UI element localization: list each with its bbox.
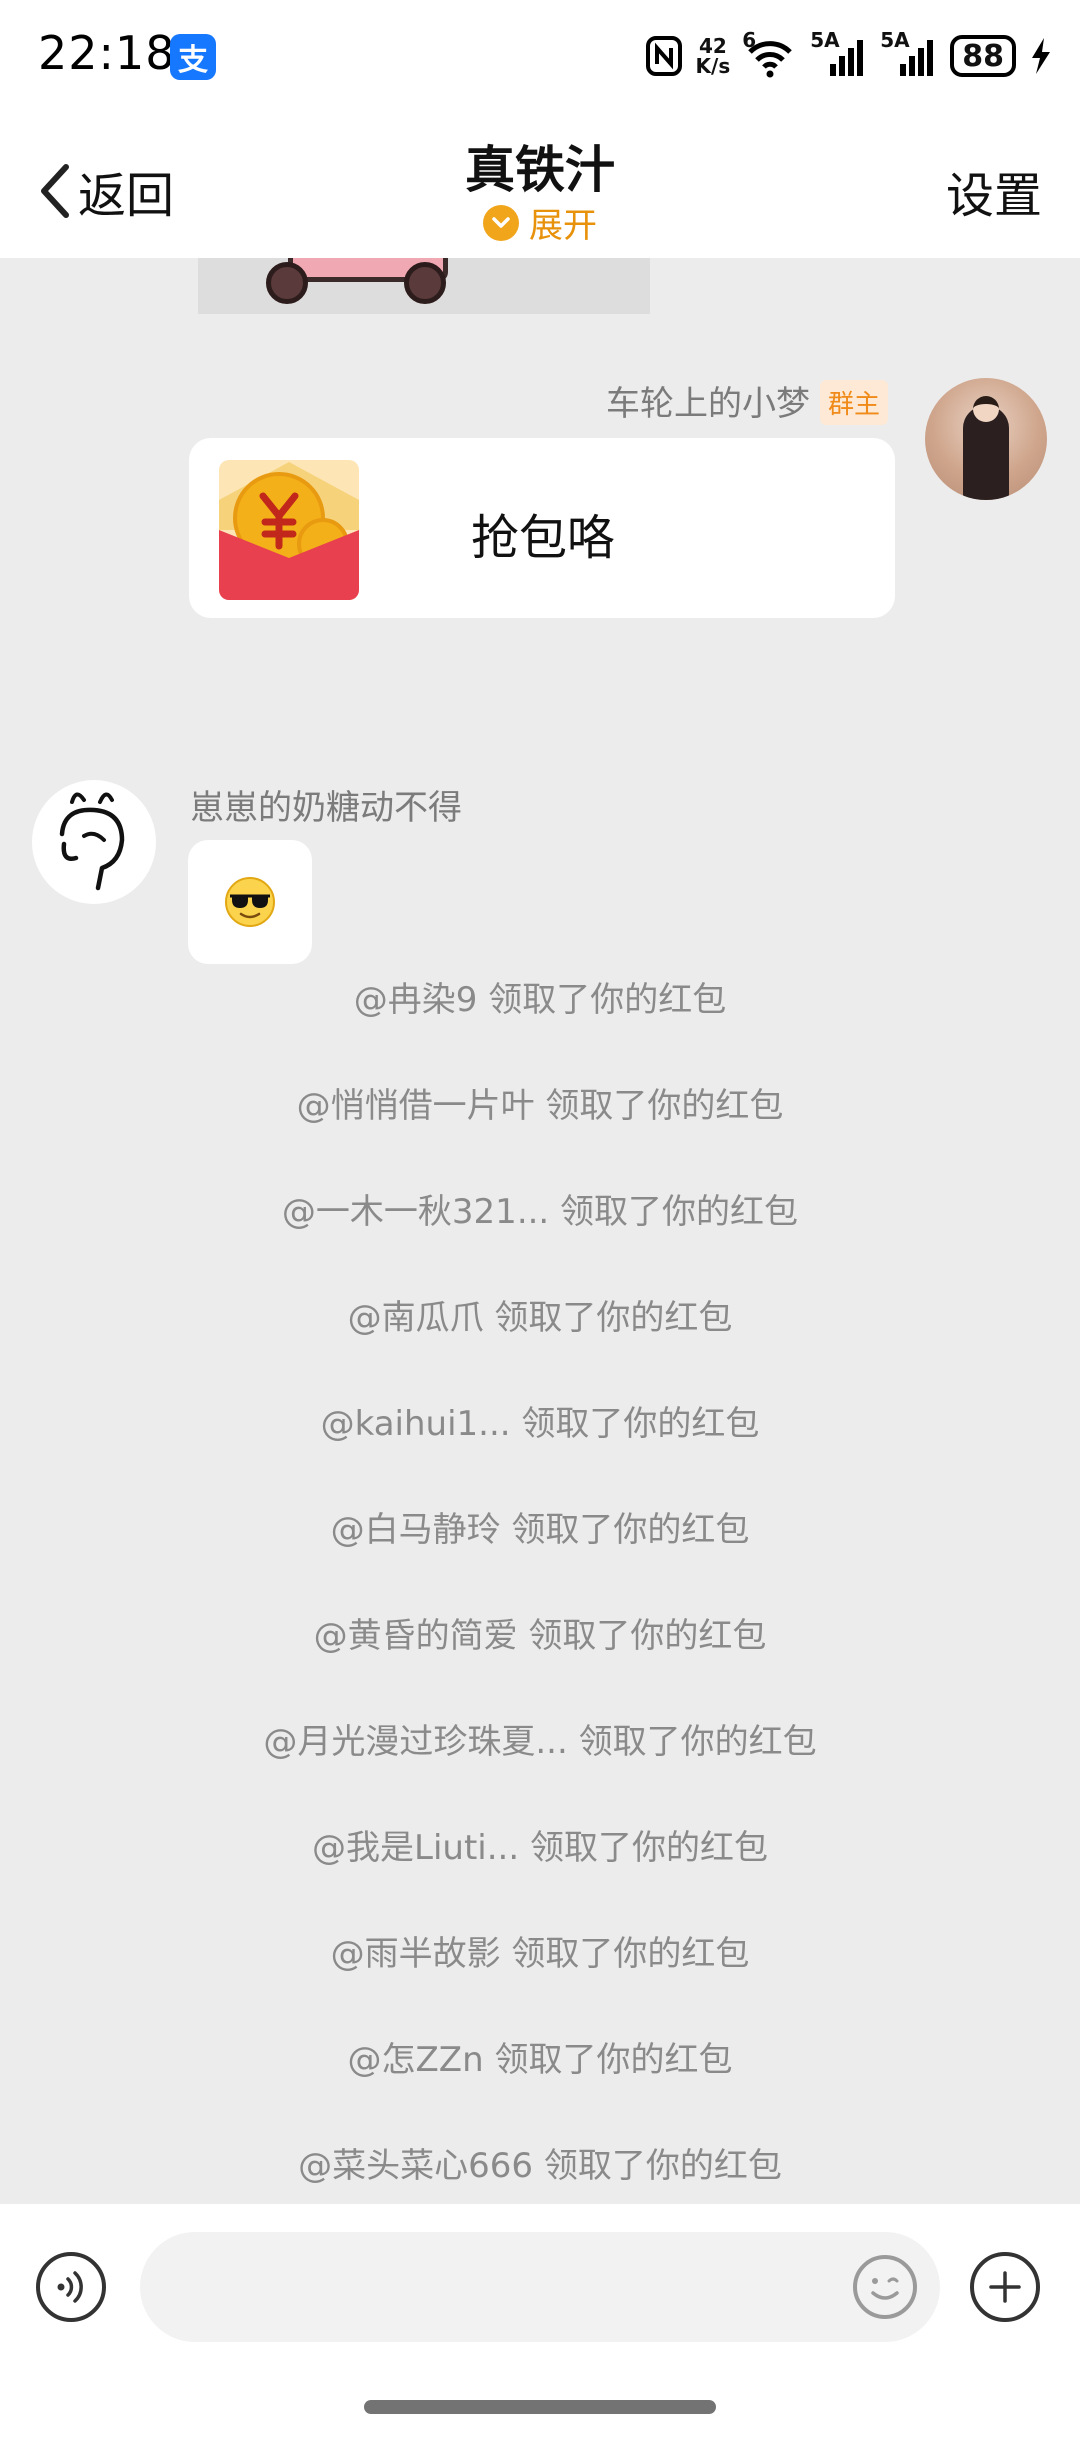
system-notice: @我是Liuti... 领取了你的红包: [312, 1828, 768, 1868]
avatar-head: [973, 396, 999, 422]
system-notice: @月光漫过珍珠夏... 领取了你的红包: [263, 1722, 817, 1762]
home-indicator[interactable]: [364, 2400, 716, 2414]
red-packet-icon: [219, 460, 359, 600]
avatar[interactable]: [32, 780, 156, 904]
expand-button[interactable]: 展开: [0, 198, 1080, 247]
signal-icon: 5A: [880, 28, 936, 78]
system-notice: @南瓜爪 领取了你的红包: [347, 1298, 733, 1338]
avatar[interactable]: [925, 378, 1047, 500]
sender-name: 车轮上的小梦: [606, 384, 810, 424]
voice-icon: [57, 2271, 83, 2303]
group-owner-badge: 群主: [820, 380, 889, 425]
status-time: 22:18: [38, 26, 176, 80]
net-speed: 42 K/s: [695, 34, 731, 78]
expand-label: 展开: [529, 206, 597, 246]
settings-button[interactable]: 设置: [946, 156, 1042, 226]
emoji-message-bubble[interactable]: [188, 840, 312, 964]
cart-wheel: [266, 262, 308, 304]
red-packet-bubble[interactable]: 抢包咯: [189, 438, 895, 618]
page-title: 真铁汁: [465, 141, 615, 199]
system-notice: @悄悄借一片叶 领取了你的红包: [296, 1086, 784, 1126]
system-notice: @雨半故影 领取了你的红包: [330, 1934, 750, 1974]
system-notice: @一木一秋321... 领取了你的红包: [281, 1192, 799, 1232]
sender-name: 崽崽的奶糖动不得: [190, 788, 462, 828]
chat-area[interactable]: 车轮上的小梦 群主 抢包咯 崽崽的奶糖动不得 @冉染9 领取了你的红包 @悄悄借…: [0, 258, 1080, 2204]
signal-icon: 5A: [810, 28, 866, 78]
sticker-image[interactable]: [198, 258, 650, 314]
system-notice: @怎ZZn 领取了你的红包: [347, 2040, 733, 2080]
system-notice: @菜头菜心666 领取了你的红包: [298, 2146, 782, 2186]
status-icons: 42 K/s 6 5A 5A 88: [645, 28, 1052, 84]
emoji-button[interactable]: [853, 2255, 917, 2319]
smile-icon: [871, 2277, 899, 2300]
system-notice: @白马静玲 领取了你的红包: [330, 1510, 750, 1550]
cart-wheel: [404, 262, 446, 304]
sunglasses-emoji-icon: [225, 877, 275, 927]
chevron-down-icon: [483, 204, 519, 241]
wifi-icon: 6: [742, 28, 796, 78]
red-packet-text: 抢包咯: [471, 510, 616, 566]
input-bar: [0, 2204, 1080, 2444]
voice-input-button[interactable]: [36, 2252, 106, 2322]
system-notice: @黄昏的简爱 领取了你的红包: [313, 1616, 767, 1656]
battery-indicator: 88: [950, 35, 1016, 77]
system-notice: @kaihui1... 领取了你的红包: [320, 1404, 760, 1444]
alipay-icon: 支: [170, 34, 216, 80]
status-bar: 22:18 支 42 K/s 6 5A 5A 88: [0, 0, 1080, 110]
more-options-button[interactable]: [970, 2252, 1040, 2322]
charging-icon: [1032, 38, 1050, 74]
system-notice: @冉染9 领取了你的红包: [353, 980, 727, 1020]
message-input[interactable]: [140, 2232, 940, 2342]
rabbit-avatar-icon: [34, 782, 154, 902]
nav-bar: 返回 真铁汁 展开 设置: [0, 110, 1080, 258]
plus-icon: [989, 2271, 1021, 2303]
nfc-icon: [645, 36, 682, 76]
